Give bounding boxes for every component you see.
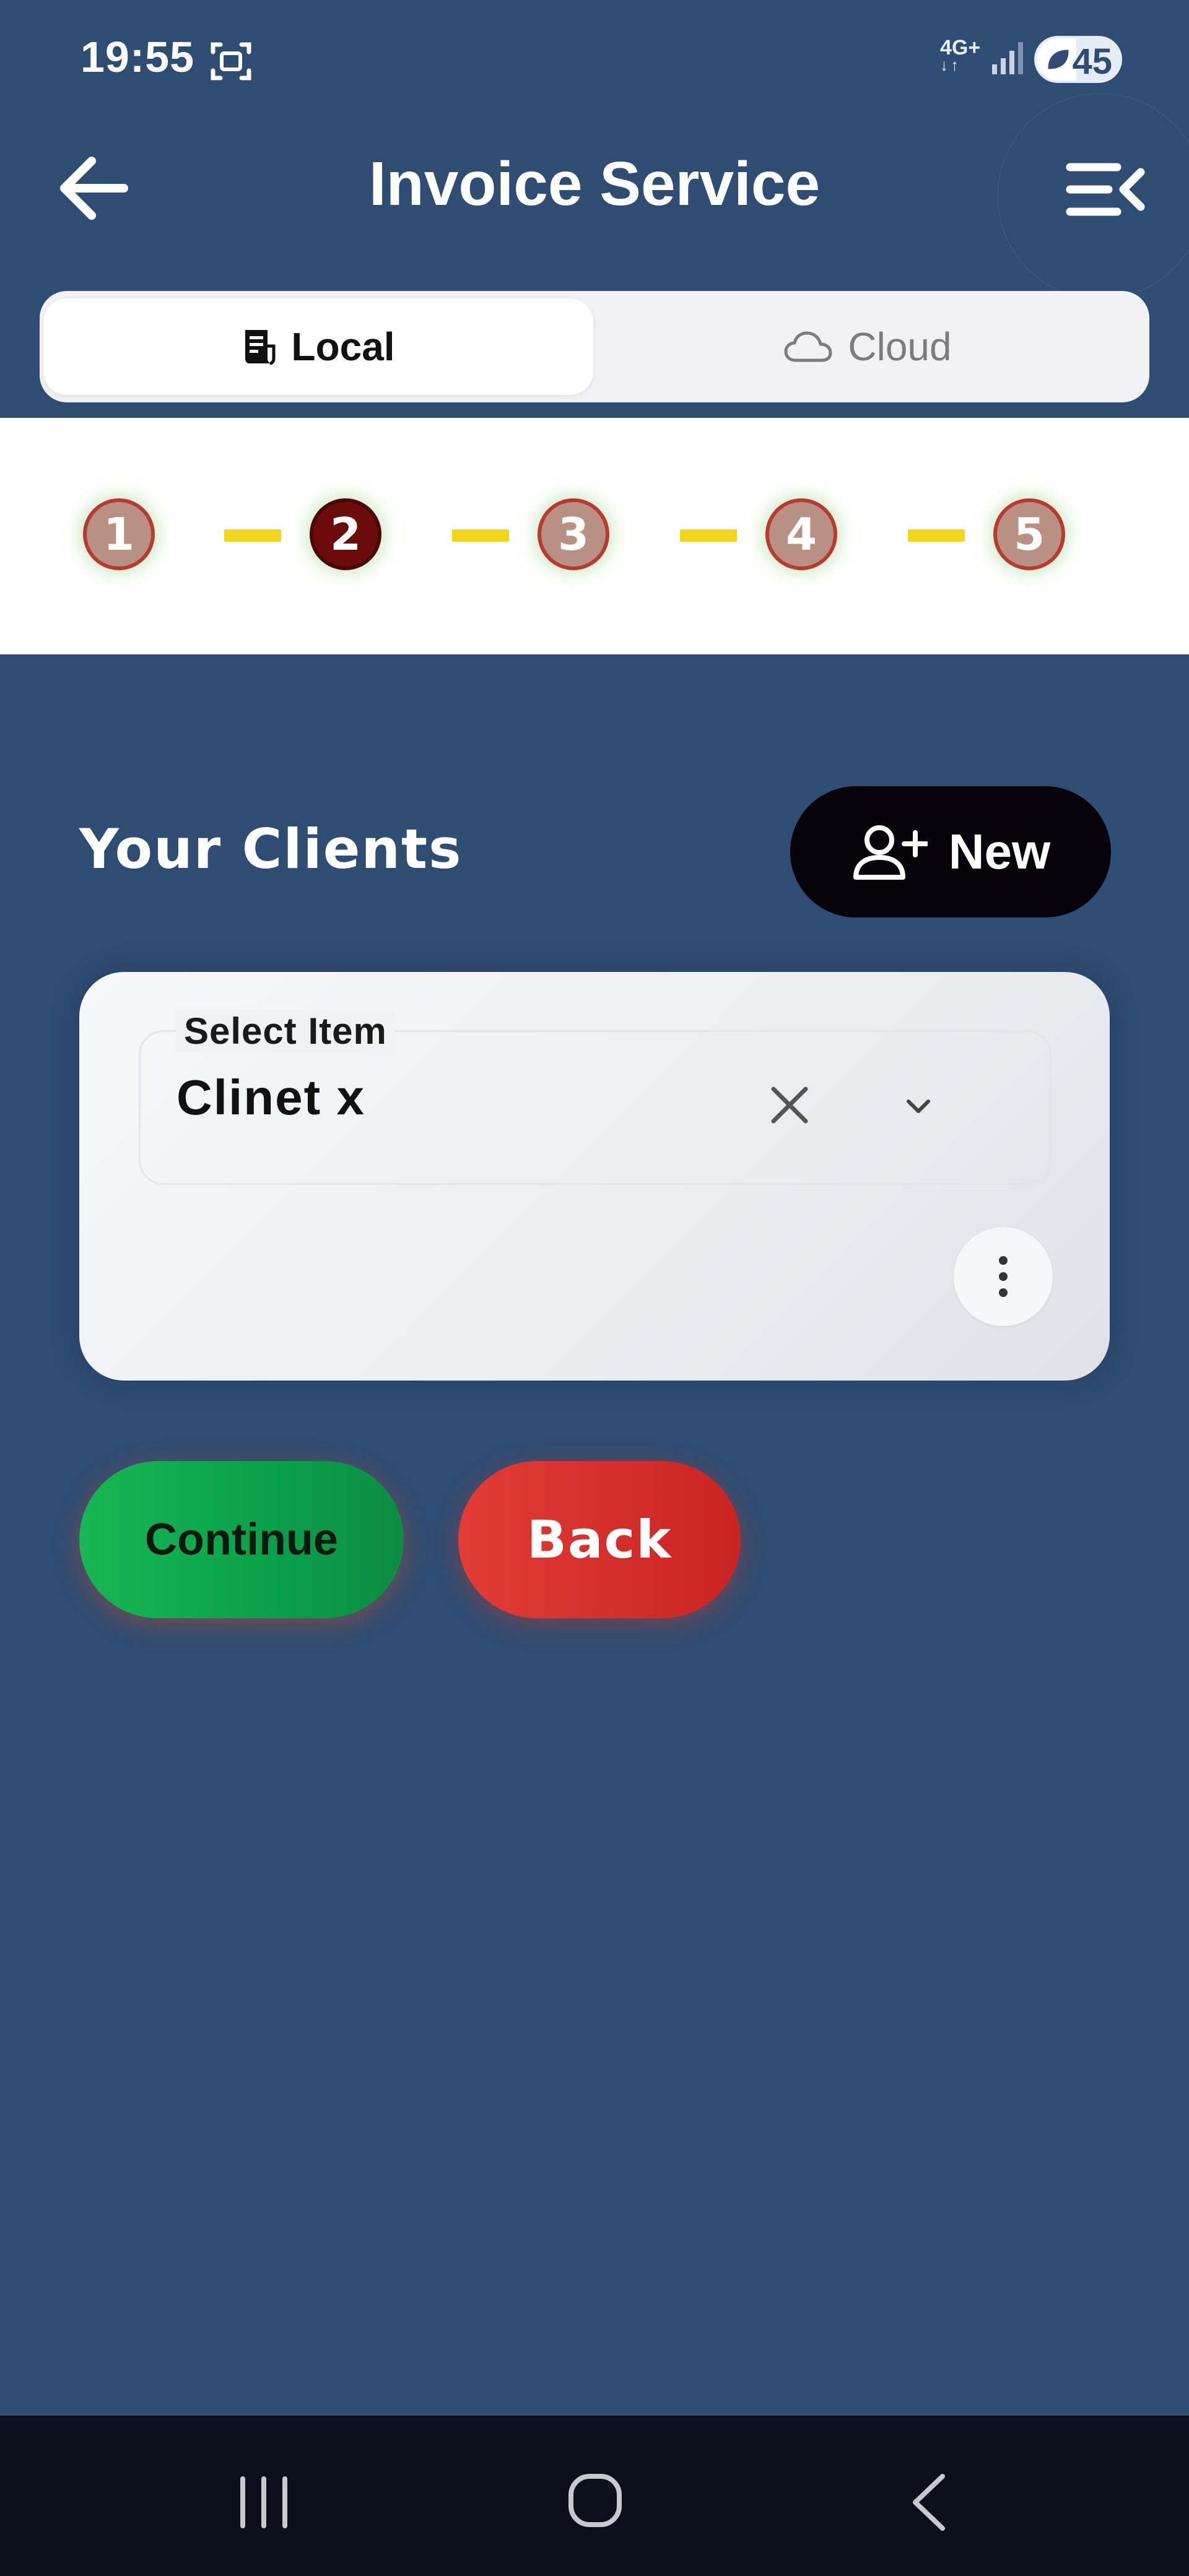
close-icon[interactable] — [764, 1079, 816, 1131]
battery-level: 45 — [1072, 41, 1112, 82]
back-button[interactable]: Back — [458, 1461, 741, 1618]
step-connector — [680, 529, 737, 542]
select-value: Clinet x — [176, 1070, 365, 1125]
network-type: 4G+ ↓↑ — [940, 36, 981, 74]
battery-saver-icon — [1048, 50, 1069, 69]
status-time: 19:55 — [81, 33, 195, 81]
continue-label: Continue — [145, 1515, 338, 1564]
storage-tabs: Local Cloud — [40, 291, 1149, 402]
select-legend: Select Item — [176, 1010, 394, 1052]
nav-back-icon[interactable] — [909, 2473, 949, 2532]
network-label: 4G+ — [940, 36, 981, 59]
new-button-label: New — [948, 824, 1051, 879]
receipt-icon — [245, 330, 276, 365]
step-1[interactable]: 1 — [83, 498, 155, 570]
continue-button[interactable]: Continue — [79, 1461, 404, 1618]
tab-cloud[interactable]: Cloud — [598, 298, 1137, 395]
client-select-field[interactable]: Select Item Clinet x — [139, 1010, 1052, 1185]
step-connector — [908, 529, 965, 542]
step-connector — [224, 529, 281, 542]
step-3[interactable]: 3 — [538, 498, 609, 570]
chevron-down-icon[interactable] — [900, 1088, 937, 1125]
tab-cloud-label: Cloud — [848, 324, 952, 369]
step-2[interactable]: 2 — [310, 498, 381, 570]
step-5[interactable]: 5 — [993, 498, 1065, 570]
step-connector — [452, 529, 509, 542]
step-4[interactable]: 4 — [765, 498, 837, 570]
screenshot-icon — [211, 42, 251, 80]
new-client-button[interactable]: New — [790, 786, 1111, 917]
home-icon[interactable] — [568, 2474, 622, 2527]
more-options-button[interactable] — [954, 1227, 1053, 1326]
tab-local[interactable]: Local — [43, 298, 593, 395]
more-vert-icon — [999, 1256, 1008, 1297]
recent-apps-icon[interactable] — [234, 2476, 294, 2528]
data-arrows-icon: ↓↑ — [940, 56, 961, 74]
signal-icon — [992, 42, 1023, 74]
tab-local-label: Local — [291, 324, 395, 369]
section-title: Your Clients — [79, 817, 463, 881]
back-label: Back — [526, 1509, 673, 1570]
cloud-icon — [784, 331, 832, 362]
menu-collapse-icon[interactable] — [1065, 158, 1146, 220]
battery-indicator: 45 — [1034, 36, 1122, 83]
system-nav-bar — [0, 2416, 1189, 2576]
add-user-icon — [853, 825, 928, 880]
client-select-card: Select Item Clinet x — [79, 972, 1110, 1381]
progress-stepper: 1 2 3 4 5 — [0, 418, 1189, 654]
